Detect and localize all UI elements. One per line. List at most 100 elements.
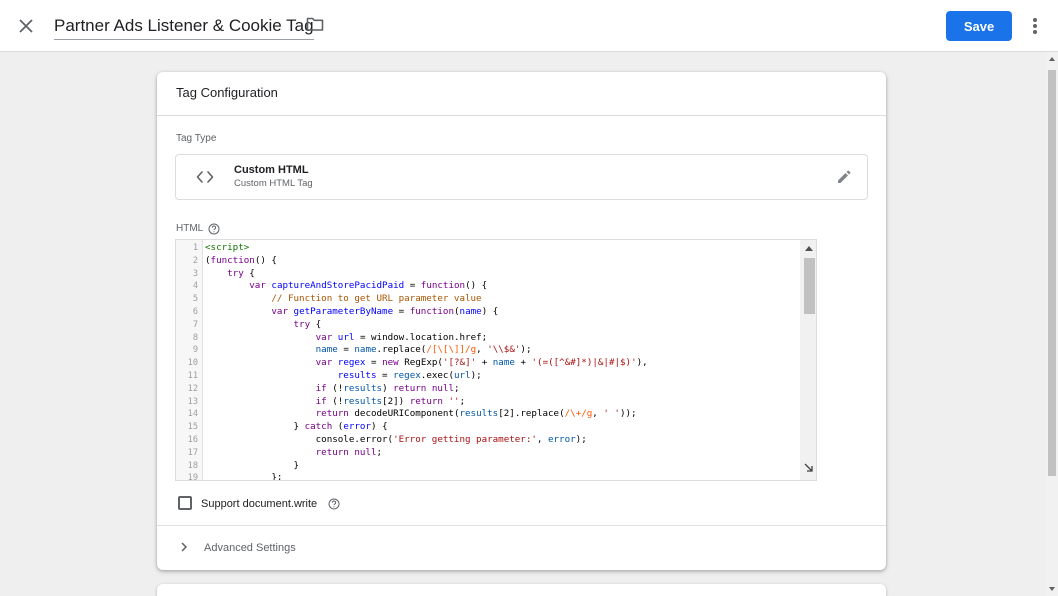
code-line[interactable]: 5 // Function to get URL parameter value <box>193 293 797 306</box>
code-line[interactable]: 6 var getParameterByName = function(name… <box>193 305 797 319</box>
code-line[interactable]: 4 var captureAndStorePacidPaid = functio… <box>193 280 797 293</box>
code-token: /\+/g <box>564 408 593 420</box>
folder-button[interactable] <box>306 16 326 36</box>
code-line[interactable]: 19 }; <box>188 472 797 481</box>
code-token: /[\[\]]/g <box>426 344 477 356</box>
code-token: () { <box>465 280 488 292</box>
support-document-write-checkbox[interactable] <box>178 496 192 510</box>
page-scroll-thumb[interactable] <box>1048 70 1056 476</box>
code-token: function <box>420 280 466 292</box>
advanced-settings-toggle[interactable]: Advanced Settings <box>157 526 886 570</box>
code-token: = <box>337 344 355 356</box>
code-token: = <box>393 305 410 317</box>
code-token: var <box>249 280 266 292</box>
close-button[interactable] <box>12 12 40 40</box>
more-vert-icon <box>1033 18 1037 22</box>
line-number: 2 <box>192 255 198 266</box>
help-icon[interactable] <box>208 223 220 235</box>
code-line[interactable]: 11 results = regex.exec(url); <box>188 369 797 383</box>
code-token: var <box>315 331 333 343</box>
code-line[interactable]: 12 if (!results) return null; <box>188 382 797 396</box>
code-token: ; <box>376 446 383 458</box>
code-token: ) <box>382 382 394 394</box>
code-line[interactable]: 10 var regex = new RegExp('[?&]' + name … <box>188 357 797 370</box>
chevron-right-icon <box>181 542 188 552</box>
code-token: results <box>343 395 383 407</box>
code-token: .replace( <box>376 344 427 356</box>
more-vert-icon-dot <box>1033 30 1037 34</box>
code-line[interactable]: 15 } catch (error) { <box>188 421 797 434</box>
editor-scroll-thumb[interactable] <box>804 258 815 314</box>
code-content[interactable]: 1 <script> 2 (function() {3 try {4 var capt… <box>188 242 797 481</box>
editor-scrollbar[interactable] <box>800 240 816 480</box>
code-line[interactable]: 7 try { <box>193 319 797 332</box>
folder-icon <box>306 17 324 31</box>
code-token: error <box>547 433 576 445</box>
code-token: [2]) <box>382 395 410 407</box>
code-token: '' <box>448 395 460 407</box>
code-line[interactable]: 18 } <box>188 460 797 473</box>
code-token: name <box>459 305 482 317</box>
code-token: function <box>210 254 255 266</box>
tag-configuration-card: Tag Configuration Tag Type Custom HTML C… <box>157 72 886 570</box>
code-line[interactable]: 2 (function() { <box>193 254 797 268</box>
code-token: new <box>382 357 399 369</box>
editor-scroll-up-icon[interactable] <box>805 246 813 251</box>
resize-handle-icon[interactable] <box>803 462 814 473</box>
code-line[interactable]: 17 return null; <box>188 446 797 460</box>
code-line[interactable]: 14 return decodeURIComponent(results[2].… <box>188 408 797 421</box>
code-token: } <box>205 421 305 433</box>
code-token: var <box>315 357 333 369</box>
code-line[interactable]: 13 if (!results[2]) return ''; <box>188 395 797 409</box>
code-line[interactable]: 16 console.error('Error getting paramete… <box>188 433 797 447</box>
top-bar: Partner Ads Listener & Cookie Tag Save <box>0 0 1058 52</box>
code-line[interactable]: 8 var url = window.location.href; <box>193 331 797 345</box>
code-token: }; <box>205 472 283 481</box>
line-number: 6 <box>192 306 198 317</box>
scroll-up-arrow-icon[interactable] <box>1049 57 1055 61</box>
code-token: name <box>492 357 515 369</box>
html-code-editor[interactable]: 1 <script> 2 (function() {3 try {4 var capt… <box>175 239 817 481</box>
code-token: () { <box>254 254 277 266</box>
code-token: regex <box>337 357 366 369</box>
code-token: + <box>476 357 493 369</box>
tag-name-field[interactable]: Partner Ads Listener & Cookie Tag <box>54 14 314 40</box>
code-line[interactable]: 9 name = name.replace(/[\[\]]/g, '\\$&')… <box>193 344 797 357</box>
more-options-button[interactable] <box>1024 13 1046 39</box>
code-token: , <box>592 408 604 420</box>
more-vert-icon-dot <box>1033 24 1037 28</box>
code-token: try <box>227 267 244 279</box>
code-token: name <box>354 344 377 356</box>
triggering-card <box>157 584 886 596</box>
close-icon <box>19 19 33 33</box>
code-token: console.error( <box>205 433 394 445</box>
code-line[interactable]: 3 try { <box>193 267 797 281</box>
code-token: + <box>514 357 532 369</box>
code-token: return <box>409 395 443 407</box>
line-number: 19 <box>187 473 198 481</box>
tag-type-selector[interactable]: Custom HTML Custom HTML Tag <box>175 154 868 200</box>
code-token: results <box>337 369 377 381</box>
code-token: , <box>536 433 548 445</box>
help-icon[interactable] <box>328 498 340 510</box>
scroll-down-arrow-icon[interactable] <box>1049 587 1055 591</box>
edit-tag-type-button[interactable] <box>835 168 855 188</box>
page-scrollbar[interactable] <box>1046 52 1058 596</box>
code-token: [2].replace( <box>498 408 565 420</box>
code-line[interactable]: 1 <script> <box>193 242 797 255</box>
support-document-write-label: Support document.write <box>201 498 318 510</box>
code-token: if <box>315 382 327 394</box>
save-button[interactable]: Save <box>946 11 1012 41</box>
line-number: 16 <box>187 434 198 445</box>
line-number: 5 <box>192 294 198 305</box>
tag-type-subtitle: Custom HTML Tag <box>234 178 313 189</box>
code-token: <script> <box>205 242 250 253</box>
